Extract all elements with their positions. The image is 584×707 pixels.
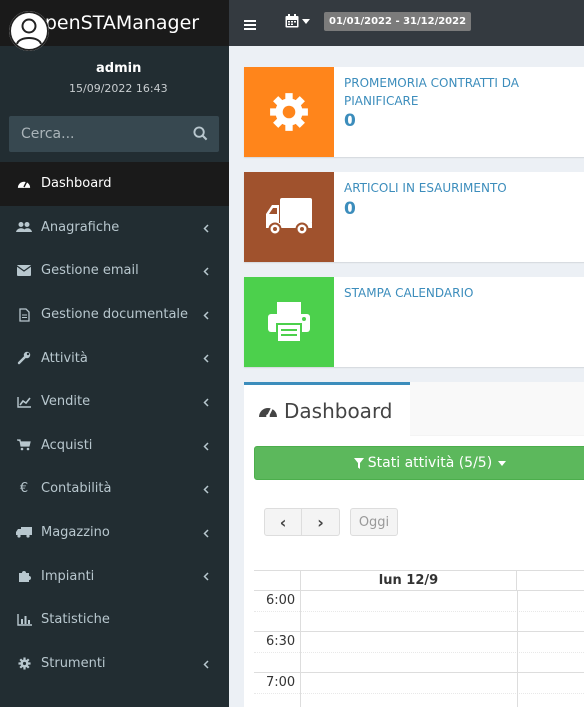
sidebar-item-label: Acquisti — [41, 437, 93, 453]
sidebar-item-label: Gestione documentale — [41, 307, 189, 323]
sidebar-item-strumenti[interactable]: Strumenti — [0, 642, 229, 686]
search-input[interactable] — [9, 116, 179, 152]
search-icon[interactable] — [193, 126, 208, 145]
sidebar-item-label: Attività — [41, 350, 88, 366]
calendar-nav: ‹ › — [264, 508, 340, 536]
user-icon — [9, 11, 49, 51]
sidebar-search — [9, 116, 219, 152]
line-chart-icon — [16, 396, 32, 408]
gear-icon — [244, 67, 334, 157]
chevron-left-icon — [203, 440, 209, 455]
sidebar-item-label: Strumenti — [41, 655, 106, 671]
sidebar-item-label: Statistiche — [41, 612, 110, 628]
sidebar-menu: Dashboard Anagrafiche Gestione email Ges… — [0, 162, 229, 685]
time-slot[interactable] — [254, 611, 584, 632]
infobox-stampa-calendario[interactable]: STAMPA CALENDARIO — [244, 277, 584, 367]
chevron-left-icon — [203, 658, 209, 673]
tab-bar: Dashboard — [244, 382, 584, 436]
wrench-icon — [16, 351, 32, 365]
infobox-title[interactable]: ARTICOLI IN ESAURIMENTO — [344, 179, 544, 197]
caret-down-icon — [498, 460, 507, 466]
today-button[interactable]: Oggi — [350, 508, 398, 536]
chevron-left-icon — [203, 309, 209, 324]
tab-dashboard[interactable]: Dashboard — [244, 382, 410, 436]
time-slot[interactable]: 6:00 — [254, 591, 584, 612]
chevron-left-icon — [203, 352, 209, 367]
sidebar-item-anagrafiche[interactable]: Anagrafiche — [0, 206, 229, 250]
bar-chart-icon — [16, 613, 32, 626]
print-icon — [244, 277, 334, 367]
truck-icon — [16, 527, 32, 538]
sidebar-item-gestione-email[interactable]: Gestione email — [0, 249, 229, 293]
dashboard-panel: Dashboard Stati attività (5/5) ‹ › Oggi … — [244, 382, 584, 707]
status-filter-label: Stati attività (5/5) — [367, 455, 493, 471]
infobox-value: 0 — [344, 111, 356, 131]
tab-label: Dashboard — [284, 398, 393, 423]
menu-toggle-icon[interactable] — [244, 16, 256, 35]
users-icon — [16, 221, 32, 233]
calendar-dropdown-button[interactable] — [285, 14, 310, 28]
chevron-left-icon — [203, 265, 209, 280]
infobox-title[interactable]: STAMPA CALENDARIO — [344, 284, 544, 302]
sidebar-item-label: Vendite — [41, 394, 91, 410]
sidebar-item-label: Magazzino — [41, 525, 110, 541]
calendar-header: lun 12/9 — [254, 570, 584, 591]
sidebar-item-label: Contabilità — [41, 481, 112, 497]
cart-icon — [16, 439, 32, 451]
calendar-grid: lun 12/9 6:00 6:30 7:00 — [254, 570, 584, 707]
calendar-icon — [285, 14, 299, 28]
avatar — [9, 11, 49, 51]
dashboard-icon — [16, 177, 32, 190]
sidebar-item-magazzino[interactable]: Magazzino — [0, 511, 229, 555]
cog-icon — [16, 657, 32, 670]
truck-icon — [244, 172, 334, 262]
user-name[interactable]: admin — [96, 61, 141, 76]
time-slot[interactable]: 6:30 — [254, 632, 584, 653]
chevron-left-icon — [203, 222, 209, 237]
sidebar-item-vendite[interactable]: Vendite — [0, 380, 229, 424]
dashboard-icon — [258, 402, 278, 419]
chevron-left-icon — [203, 483, 209, 498]
chevron-left-icon — [203, 396, 209, 411]
time-slot[interactable] — [254, 693, 584, 707]
time-slot[interactable]: 7:00 — [254, 673, 584, 694]
euro-icon: € — [19, 481, 29, 497]
sidebar-item-label: Impianti — [41, 568, 95, 584]
infobox-promemoria-contratti[interactable]: PROMEMORIA CONTRATTI DA PIANIFICARE 0 — [244, 67, 584, 157]
sidebar-item-statistiche[interactable]: Statistiche — [0, 598, 229, 642]
caret-down-icon — [302, 18, 310, 24]
time-label: 6:30 — [266, 634, 296, 649]
filter-icon — [353, 457, 364, 469]
status-filter-button[interactable]: Stati attività (5/5) — [254, 446, 584, 480]
infobox-value: 0 — [344, 199, 356, 219]
infobox-articoli-esaurimento[interactable]: ARTICOLI IN ESAURIMENTO 0 — [244, 172, 584, 262]
chevron-left-icon — [203, 527, 209, 542]
infobox-title[interactable]: PROMEMORIA CONTRATTI DA PIANIFICARE — [344, 74, 544, 110]
sidebar-item-label: Dashboard — [41, 176, 112, 192]
day-header: lun 12/9 — [300, 571, 517, 591]
user-datetime: 15/09/2022 16:43 — [69, 82, 168, 95]
time-label: 7:00 — [266, 675, 296, 690]
sidebar-item-attivita[interactable]: Attività — [0, 336, 229, 380]
sidebar-item-contabilita[interactable]: € Contabilità — [0, 467, 229, 511]
next-button[interactable]: › — [302, 508, 340, 536]
time-slot[interactable] — [254, 652, 584, 673]
sidebar-item-label: Anagrafiche — [41, 219, 120, 235]
sidebar: OpenSTAManager admin 15/09/2022 16:43 Da… — [0, 0, 229, 707]
period-badge[interactable]: 01/01/2022 - 31/12/2022 — [324, 12, 472, 31]
file-icon — [16, 307, 32, 322]
chevron-left-icon — [203, 570, 209, 585]
puzzle-icon — [16, 569, 32, 583]
top-navbar: 01/01/2022 - 31/12/2022 — [229, 0, 584, 46]
sidebar-item-label: Gestione email — [41, 263, 139, 279]
time-label: 6:00 — [266, 593, 296, 608]
prev-button[interactable]: ‹ — [264, 508, 302, 536]
sidebar-item-acquisti[interactable]: Acquisti — [0, 424, 229, 468]
sidebar-item-gestione-documentale[interactable]: Gestione documentale — [0, 293, 229, 337]
sidebar-item-impianti[interactable]: Impianti — [0, 554, 229, 598]
sidebar-item-dashboard[interactable]: Dashboard — [0, 162, 229, 206]
envelope-icon — [16, 265, 32, 277]
